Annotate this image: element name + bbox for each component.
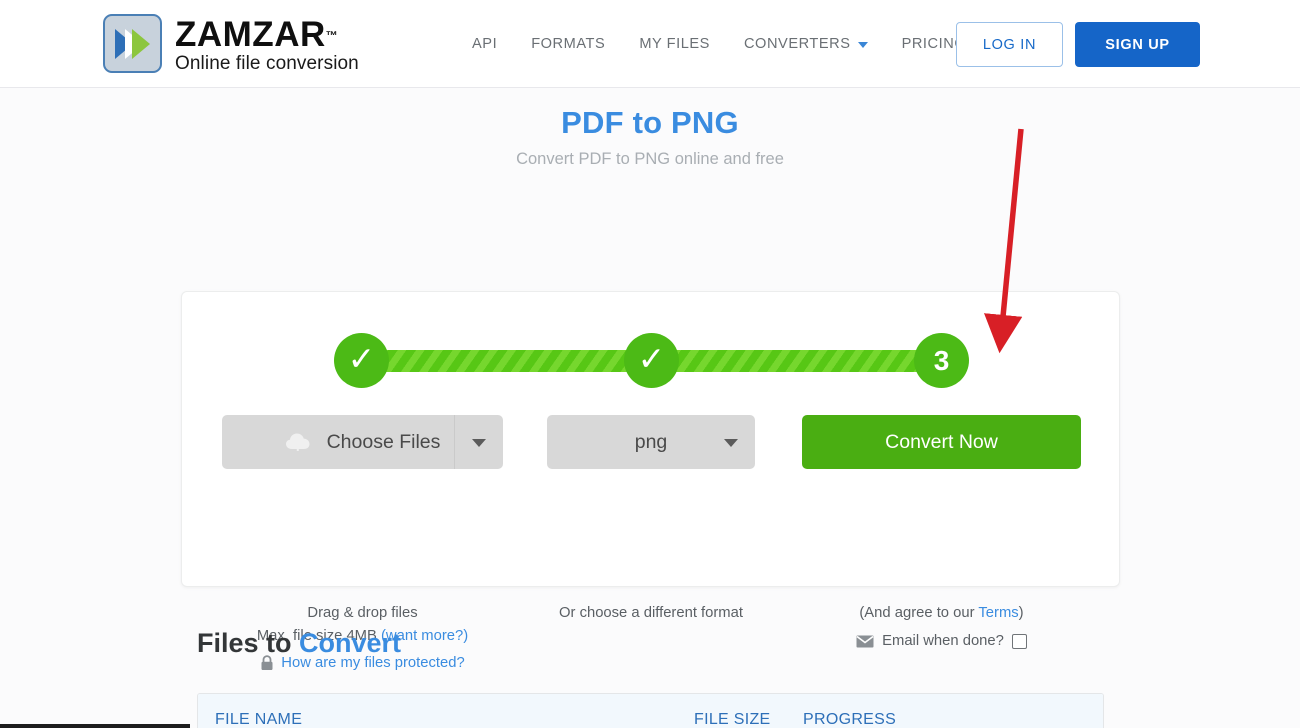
email-when-done-checkbox[interactable] — [1011, 633, 1027, 649]
format-select-button[interactable]: png — [547, 415, 755, 469]
page-subtitle: Convert PDF to PNG online and free — [516, 150, 784, 168]
button-divider — [454, 415, 455, 469]
progress-steps: ✓ ✓ 3 — [334, 330, 969, 392]
nav-item-converters[interactable]: CONVERTERS — [727, 28, 885, 60]
logo-text: ZAMZAR™ Online file conversion — [175, 15, 359, 73]
terms-prefix: (And agree to our — [859, 605, 979, 621]
page-body: PDF to PNG Convert PDF to PNG online and… — [0, 88, 1300, 728]
site-header: ZAMZAR™ Online file conversion API FORMA… — [0, 0, 1300, 88]
step-1-complete: ✓ — [334, 333, 389, 388]
cloud-upload-svg — [285, 433, 310, 451]
caret-down-icon — [724, 439, 738, 447]
table-header-row: FILE NAME FILE SIZE PROGRESS — [198, 694, 1103, 728]
nav-item-api[interactable]: API — [455, 28, 514, 60]
heading-plain: Files to — [197, 628, 300, 658]
double-chevron-logo-icon — [103, 14, 162, 73]
caret-down-icon[interactable] — [472, 439, 486, 447]
envelope-icon — [856, 635, 874, 648]
terms-link[interactable]: Terms — [978, 605, 1018, 621]
check-icon: ✓ — [637, 340, 666, 377]
column-header-file-size: FILE SIZE — [694, 711, 771, 728]
cloud-upload-icon — [285, 431, 313, 453]
convert-now-button[interactable]: Convert Now — [802, 415, 1081, 469]
column-header-file-name: FILE NAME — [215, 711, 303, 728]
login-button[interactable]: LOG IN — [956, 22, 1063, 67]
logo-trademark: ™ — [325, 28, 338, 43]
envelope-svg — [856, 635, 874, 647]
logo[interactable]: ZAMZAR™ Online file conversion — [103, 14, 359, 73]
choose-files-label: Choose Files — [326, 430, 441, 453]
chevron-down-icon — [857, 42, 868, 48]
signup-button[interactable]: SIGN UP — [1075, 22, 1200, 67]
files-to-convert-heading: Files to Convert — [197, 628, 401, 659]
page-title: PDF to PNG — [561, 105, 739, 140]
nav-item-my-files[interactable]: MY FILES — [622, 28, 727, 60]
check-icon: ✓ — [347, 340, 376, 377]
different-format-hint: Or choose a different format — [559, 605, 743, 621]
chevrons-svg — [114, 28, 150, 59]
nav-item-converters-label: CONVERTERS — [743, 36, 851, 52]
terms-agreement: (And agree to our Terms) — [802, 605, 1081, 621]
column-header-progress: PROGRESS — [803, 711, 897, 728]
step-number-label: 3 — [933, 344, 950, 376]
choose-files-button[interactable]: Choose Files — [222, 415, 503, 469]
converter-card: ✓ ✓ 3 Choose Files png Convert Now Drag … — [181, 291, 1120, 671]
email-when-done-label: Email when done? — [882, 633, 1004, 649]
nav-item-formats[interactable]: FORMATS — [514, 28, 622, 60]
drag-drop-hint: Drag & drop files — [307, 605, 418, 621]
heading-accent: Convert — [299, 628, 402, 658]
step-3-current: 3 — [914, 333, 969, 388]
files-table: FILE NAME FILE SIZE PROGRESS somatosenso… — [197, 693, 1104, 728]
format-select-value: png — [634, 430, 668, 453]
auth-buttons: LOG IN SIGN UP — [956, 22, 1200, 67]
email-when-done-row: Email when done? — [802, 633, 1081, 649]
logo-tagline: Online file conversion — [175, 52, 359, 74]
step-2-complete: ✓ — [624, 333, 679, 388]
logo-title: ZAMZAR — [175, 14, 326, 54]
terms-suffix: ) — [1018, 605, 1024, 621]
horizontal-scrollbar[interactable] — [0, 724, 190, 728]
